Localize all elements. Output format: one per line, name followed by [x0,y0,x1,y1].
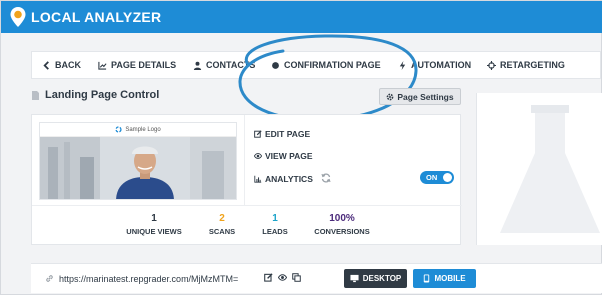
tab-label: CONTACTS [206,60,256,70]
tab-automation[interactable]: AUTOMATION [398,60,471,70]
link-icon [46,275,53,282]
edit-page-link[interactable]: EDIT PAGE [254,129,310,139]
desktop-label: DESKTOP [362,274,402,283]
page-url[interactable]: https://marinatest.repgrader.com/MjMzMTM… [59,274,238,284]
chevron-left-icon [43,60,49,70]
document-icon [32,90,39,100]
user-icon [193,61,202,70]
analytics-link[interactable]: ANALYTICS [254,174,313,184]
chart-icon [98,61,107,70]
app-title: LOCAL ANALYZER [31,9,162,25]
url-tools [264,273,301,282]
stat-label: CONVERSIONS [314,227,370,236]
flask-icon [500,105,600,233]
page-preview[interactable]: Sample Logo [39,122,237,200]
page-settings-button[interactable]: Page Settings [379,88,461,105]
tab-label: PAGE DETAILS [111,60,177,70]
edit-url-icon[interactable] [264,273,273,282]
card-divider [244,115,245,205]
view-url-icon[interactable] [278,273,287,282]
tab-label: AUTOMATION [411,60,472,70]
tab-retargeting[interactable]: RETARGETING [487,60,565,70]
tab-page-details[interactable]: PAGE DETAILS [98,60,176,70]
toggle-label: ON [426,173,438,182]
copy-icon[interactable] [292,273,301,282]
crosshair-icon [487,60,496,70]
mobile-label: MOBILE [434,274,466,283]
toggle-knob [443,173,452,182]
view-page-label: VIEW PAGE [265,151,313,161]
stats-divider [32,205,462,206]
monitor-icon [350,274,359,283]
desktop-button[interactable]: DESKTOP [344,269,407,288]
phone-icon [424,274,430,283]
sample-logo-icon [115,126,122,133]
edit-page-label: EDIT PAGE [265,129,311,139]
stat-value: 100% [329,213,355,224]
bar-chart-icon [254,175,262,183]
circle-icon [272,61,279,69]
tab-back[interactable]: BACK [42,60,81,70]
location-pin-icon [10,7,26,27]
top-bar: LOCAL ANALYZER [1,1,602,33]
tab-confirmation-page[interactable]: CONFIRMATION PAGE [271,60,381,70]
eye-icon [254,153,262,159]
page-settings-label: Page Settings [397,91,454,102]
analytics-label: ANALYTICS [265,174,313,184]
tab-contacts[interactable]: CONTACTS [193,60,255,70]
view-page-link[interactable]: VIEW PAGE [254,151,313,161]
analytics-toggle[interactable]: ON [420,171,454,184]
bolt-icon [399,60,406,70]
landing-page-card: Sample Logo EDIT PAGE VIEW PAGE ANALYTIC… [31,114,462,245]
mobile-button[interactable]: MOBILE [413,269,476,288]
url-bar: https://marinatest.repgrader.com/MjMzMTM… [31,263,602,293]
section-title-text: Landing Page Control [45,89,160,101]
refresh-icon[interactable] [321,173,331,183]
stat-conversions: 100% CONVERSIONS [302,213,382,236]
section-title: Landing Page Control [31,89,159,101]
tab-label: BACK [55,60,81,70]
preview-photo [40,137,236,199]
tab-label: RETARGETING [500,60,565,70]
gear-icon [387,93,394,100]
sample-logo-text: Sample Logo [125,126,161,133]
preview-header: Sample Logo [40,123,236,137]
tab-label: CONFIRMATION PAGE [284,60,381,70]
tab-nav: BACK PAGE DETAILS CONTACTS CONFIRMATION … [31,51,601,79]
edit-icon [254,130,262,138]
side-panel [476,93,602,245]
